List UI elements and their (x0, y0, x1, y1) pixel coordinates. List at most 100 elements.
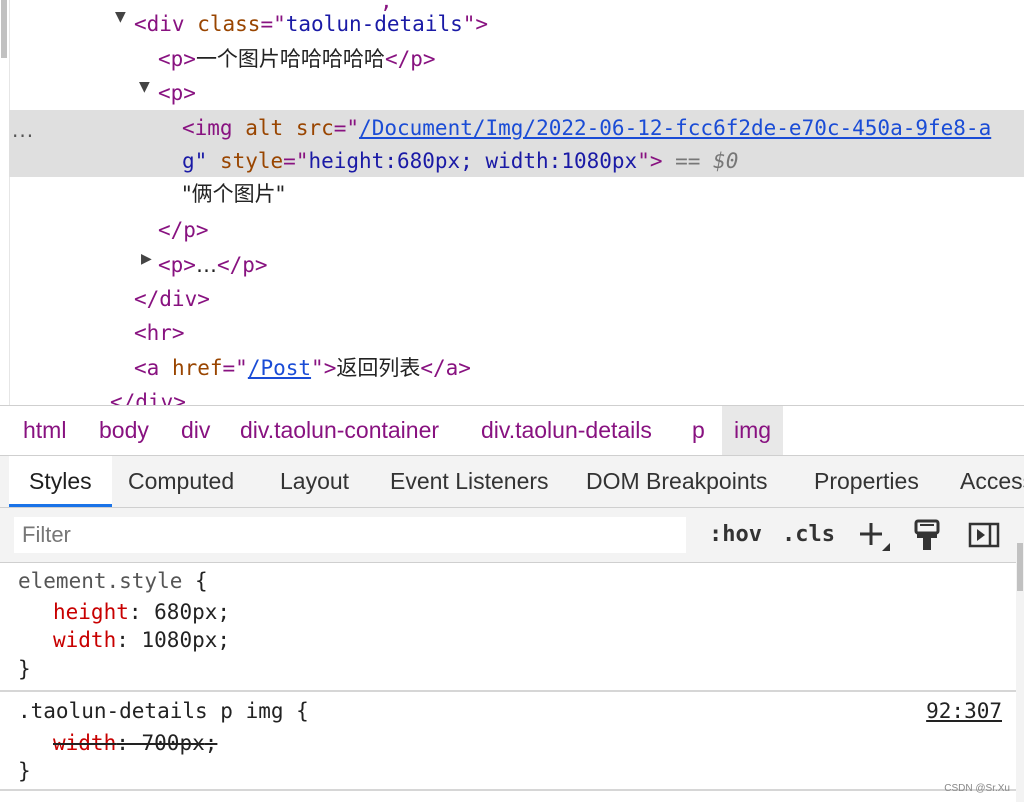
breadcrumb-taolun-details[interactable]: div.taolun-details (471, 406, 662, 455)
rule-header: .taolun-details p img { (18, 697, 309, 725)
brace-open: { (195, 569, 208, 593)
dom-node-hr[interactable]: <hr> (134, 316, 1024, 350)
tab-layout[interactable]: Layout (260, 456, 369, 507)
breadcrumb-taolun-container[interactable]: div.taolun-container (230, 406, 449, 455)
tag-close: </p> (384, 47, 436, 71)
breadcrumb-body[interactable]: body (89, 406, 159, 455)
property-value[interactable]: 1080px (142, 628, 218, 652)
rule-source-link[interactable]: 92:307 (926, 697, 1002, 725)
property-name[interactable]: width (53, 628, 116, 652)
breadcrumb: html body div div.taolun-container div.t… (0, 405, 1024, 456)
brace-close: } (18, 657, 31, 681)
elements-scrollbar-thumb[interactable] (1, 0, 7, 58)
styles-scrollbar-thumb[interactable] (1017, 543, 1023, 591)
attr-src: src (295, 116, 334, 140)
filter-bar: Filter :hov .cls (0, 508, 1024, 563)
cls-button[interactable]: .cls (782, 516, 835, 554)
styles-pane: element.style { height: 680px; width: 10… (0, 563, 1024, 802)
watermark: CSDN @Sr.Xu (944, 783, 1010, 794)
expanded-triangle-icon[interactable]: ▼ (115, 9, 126, 25)
dom-node-div-taolun-details[interactable]: <div class="taolun-details"> (134, 7, 1024, 41)
tab-properties[interactable]: Properties (794, 456, 939, 507)
declaration-height[interactable]: height: 680px; (53, 598, 230, 626)
selector[interactable]: element.style (18, 569, 182, 593)
dom-node-img[interactable]: <img alt src="/Document/Img/2022-06-12-f… (182, 111, 1024, 145)
tag-open: <hr> (134, 321, 185, 345)
dom-node-outer-div-close[interactable]: </div> (110, 385, 1024, 405)
node-text: 返回列表 (336, 356, 421, 380)
property-value[interactable]: 680px (154, 600, 217, 624)
plus-icon[interactable] (854, 517, 890, 553)
node-text: "俩个图片" (182, 182, 286, 206)
css-rule-taolun-details-p-img: .taolun-details p img { 92:307 width: 70… (0, 691, 1016, 791)
tag-open: <a (134, 356, 160, 380)
selected-marker: == $0 (675, 149, 739, 173)
tab-dom-breakpoints[interactable]: DOM Breakpoints (566, 456, 788, 507)
tag-open: <img (182, 116, 233, 140)
dom-node-a[interactable]: <a href="/Post">返回列表</a> (134, 351, 1024, 385)
collapsed-triangle-icon[interactable]: ▶ (141, 251, 152, 267)
attr-alt: alt (245, 116, 284, 140)
tab-computed[interactable]: Computed (108, 456, 254, 507)
attr-eq: =" (260, 12, 286, 36)
filter-input[interactable]: Filter (14, 517, 686, 553)
attr-eq: =" (333, 116, 360, 140)
toggle-sidebar-icon[interactable] (966, 517, 1002, 553)
breadcrumb-p[interactable]: p (682, 406, 715, 455)
tag-open: <p> (158, 81, 196, 105)
dom-node-img-cont[interactable]: g" style="height:680px; width:1080px"> =… (182, 144, 1024, 178)
attr-style: style (219, 149, 284, 173)
element-style-rule: element.style { height: 680px; width: 10… (0, 563, 1016, 692)
breadcrumb-img[interactable]: img (722, 406, 784, 455)
paint-brush-icon[interactable] (909, 517, 945, 553)
dom-node-p-close[interactable]: </p> (158, 213, 1024, 247)
attr-value: height:680px; width:1080px (308, 149, 638, 173)
tag-close: </div> (134, 287, 210, 311)
property-name[interactable]: width (53, 731, 116, 755)
tag-open: <p> (158, 253, 196, 277)
href-link[interactable]: /Post (248, 356, 311, 380)
tag-close: "> (637, 149, 663, 173)
attr-eq: =" (222, 356, 248, 380)
tag-close: </div> (110, 390, 186, 405)
tag-open: <p> (158, 47, 196, 71)
dom-node-p-text[interactable]: <p>一个图片哈哈哈哈哈</p> (158, 42, 1024, 76)
dom-node-div-close[interactable]: </div> (134, 282, 1024, 316)
declaration-width[interactable]: width: 1080px; (53, 626, 230, 654)
expanded-triangle-icon[interactable]: ▼ (139, 79, 150, 95)
dom-node-p[interactable]: <p> (158, 76, 1024, 110)
selector[interactable]: .taolun-details p img (18, 699, 284, 723)
attr-value: taolun-details (285, 12, 463, 36)
attr-eq: =" (283, 149, 309, 173)
src-link[interactable]: /Document/Img/2022-06-12-fcc6f2de-e70c-4… (359, 116, 991, 140)
dom-node-p-collapsed[interactable]: <p>…</p> (158, 248, 1024, 282)
breadcrumb-html[interactable]: html (13, 406, 76, 455)
elements-panel: , ▼ <div class="taolun-details"> <p>一个图片… (0, 0, 1024, 405)
tag-close: "> (462, 12, 489, 36)
styles-scrollbar[interactable] (1016, 543, 1024, 802)
tab-accessibility[interactable]: Access (940, 456, 1024, 507)
tag-end: </a> (420, 356, 471, 380)
ellipsis: … (195, 253, 217, 277)
element-style-header: element.style { (18, 567, 208, 595)
hov-button[interactable]: :hov (709, 516, 762, 554)
property-value[interactable]: 700px (142, 731, 205, 755)
attr-href: href (171, 356, 223, 380)
brace-open: { (296, 699, 309, 723)
breadcrumb-div[interactable]: div (171, 406, 220, 455)
brace-close: } (18, 759, 31, 783)
tag-open: <div (134, 12, 185, 36)
node-text: 一个图片哈哈哈哈哈 (195, 47, 385, 71)
tag-close: "> (311, 356, 337, 380)
tag-close: </p> (158, 218, 209, 242)
tab-event-listeners[interactable]: Event Listeners (370, 456, 569, 507)
dom-node-text[interactable]: "俩个图片" (182, 177, 1024, 211)
declaration-width-overridden[interactable]: width: 700px; (53, 729, 217, 757)
attr-name: class (197, 12, 261, 36)
attr-value-cont: g" (182, 149, 208, 173)
property-name[interactable]: height (53, 600, 129, 624)
sidebar-tabs: Styles Computed Layout Event Listeners D… (0, 456, 1024, 508)
more-options-icon[interactable]: ... (12, 118, 34, 142)
tab-styles[interactable]: Styles (9, 456, 112, 507)
elements-scrollbar[interactable] (0, 0, 10, 405)
